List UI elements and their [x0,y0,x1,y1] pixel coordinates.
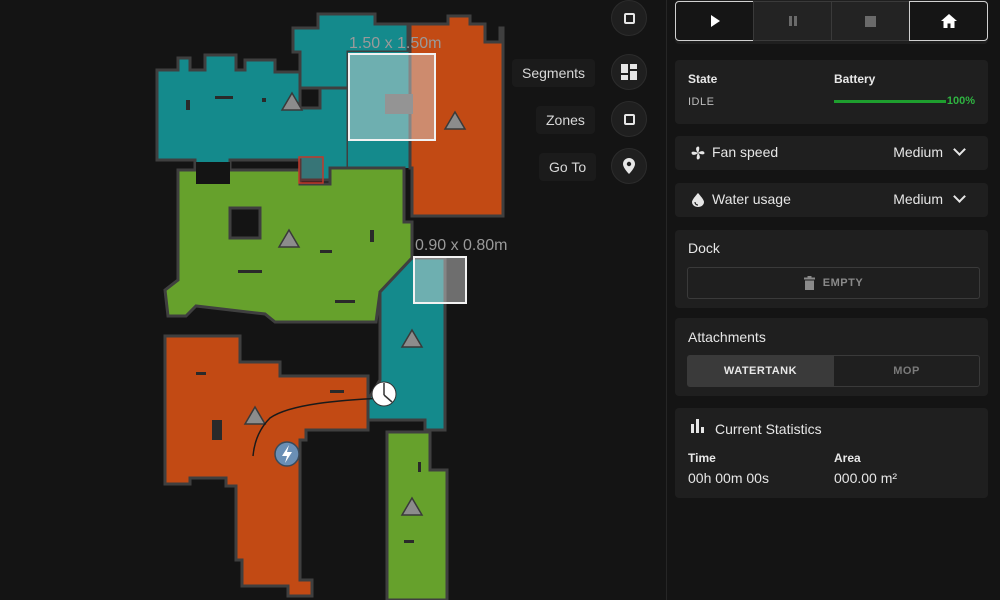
play-icon [710,15,720,27]
attachment-mop-option[interactable]: MOP [834,355,980,387]
time-value: 00h 00m 00s [688,470,769,486]
zone-label-1: 1.50 x 1.50m [349,35,442,52]
battery-bar-fill [834,100,946,103]
control-panel: State IDLE Battery 100% Fan speed Medium… [666,0,1000,600]
water-usage-select[interactable]: Medium [893,190,966,209]
chevron-down-icon [953,143,966,156]
start-button[interactable] [675,1,754,41]
fan-speed-value: Medium [893,144,943,160]
bar-chart-icon [691,419,704,433]
time-label: Time [688,451,716,465]
pause-icon [788,16,797,26]
stop-icon [865,15,876,27]
zones-label: Zones [536,106,595,134]
empty-dock-label: EMPTY [822,277,864,289]
robot-controls [675,0,988,44]
area-label: Area [834,451,861,465]
pause-button[interactable] [753,1,832,41]
fan-icon [691,146,705,160]
floor-map[interactable]: 1.50 x 1.50m 0.90 x 0.80m [0,0,666,600]
charger-dock-icon [274,441,300,467]
location-pin-icon [623,158,635,174]
status-card: State IDLE Battery 100% [675,60,988,124]
water-drop-icon [692,193,704,207]
zone-rect-1[interactable] [348,53,436,141]
zones-button[interactable] [611,101,647,137]
map-fullscreen-button[interactable] [611,0,647,36]
dock-title: Dock [688,240,720,256]
attachments-title: Attachments [688,329,766,345]
virtual-wall [298,156,324,184]
obstacle [228,206,262,240]
segment-green-bottom[interactable] [385,430,449,600]
square-icon [623,12,635,24]
attachments-toggle: WATERTANK MOP [687,355,980,387]
fan-speed-card[interactable]: Fan speed Medium [675,136,988,170]
square-outline-icon [623,113,635,125]
segments-label: Segments [512,59,596,87]
goto-label: Go To [539,153,597,181]
home-button[interactable] [909,1,988,41]
water-usage-label: Water usage [712,191,791,207]
stop-button[interactable] [831,1,910,41]
chevron-down-icon [953,190,966,203]
water-usage-card[interactable]: Water usage Medium [675,183,988,217]
attachment-watertank-option[interactable]: WATERTANK [687,355,834,387]
goto-button[interactable] [611,148,647,184]
map-area[interactable]: 1.50 x 1.50m 0.90 x 0.80m Segments Zones… [0,0,666,600]
statistics-card: Current Statistics Time 00h 00m 00s Area… [675,408,988,498]
statistics-title: Current Statistics [715,421,822,437]
fan-speed-select[interactable]: Medium [893,143,966,162]
robot-icon [371,381,397,407]
segment-orange-bottom[interactable] [163,334,370,598]
segments-button[interactable] [611,54,647,90]
battery-bar [834,100,946,103]
zone-label-2: 0.90 x 0.80m [415,237,508,254]
water-usage-value: Medium [893,191,943,207]
state-label: State [688,72,718,86]
trash-icon [803,276,815,290]
area-value: 000.00 m² [834,470,898,486]
battery-value: 100% [946,95,975,107]
dock-card: Dock EMPTY [675,230,988,308]
fan-speed-label: Fan speed [712,144,779,160]
obstacle [196,162,230,184]
zone-rect-2[interactable] [413,256,467,304]
battery-label: Battery [834,72,876,86]
home-icon [940,14,957,28]
grid-icon [621,64,637,80]
attachments-card: Attachments WATERTANK MOP [675,318,988,396]
state-value: IDLE [688,96,715,108]
empty-dock-button[interactable]: EMPTY [687,267,980,299]
